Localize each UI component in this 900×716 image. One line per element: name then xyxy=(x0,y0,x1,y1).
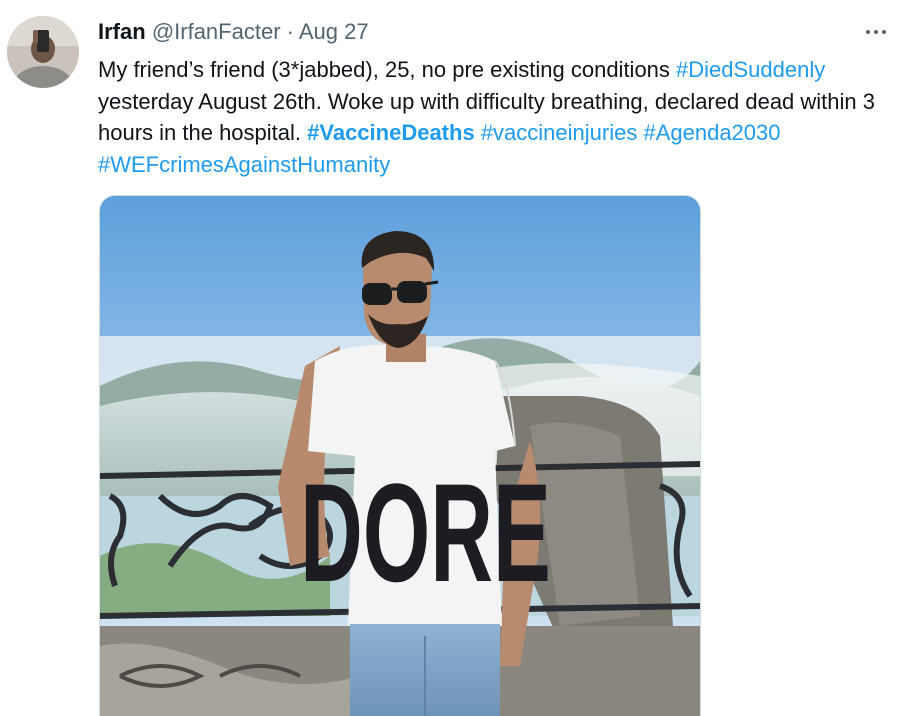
more-options-button[interactable] xyxy=(860,16,892,48)
tweet-photo[interactable]: DORE xyxy=(99,195,701,716)
hashtag-link[interactable]: #Agenda2030 xyxy=(643,120,780,145)
photo-image: DORE xyxy=(100,196,700,716)
ellipsis-dot xyxy=(882,30,886,34)
profile-photo-icon xyxy=(7,16,79,88)
author-handle[interactable]: @IrfanFacter xyxy=(152,19,281,44)
shirt-print: DORE xyxy=(300,455,551,611)
ellipsis-dot xyxy=(874,30,878,34)
tweet-header: Irfan @IrfanFacter · Aug 27 xyxy=(98,18,369,46)
hashtag-link[interactable]: #DiedSuddenly xyxy=(676,57,825,82)
hashtag-link[interactable]: #WEFcrimesAgainstHumanity xyxy=(98,152,390,177)
tweet[interactable]: Irfan @IrfanFacter · Aug 27 My friend’s … xyxy=(0,0,900,716)
author-name[interactable]: Irfan xyxy=(98,19,146,44)
hashtag-link[interactable]: #vaccineinjuries xyxy=(481,120,638,145)
tweet-text-part: My friend’s friend (3*jabbed), 25, no pr… xyxy=(98,57,677,82)
tweet-date[interactable]: Aug 27 xyxy=(299,19,369,44)
avatar[interactable] xyxy=(7,16,79,88)
tweet-text: My friend’s friend (3*jabbed), 25, no pr… xyxy=(98,54,890,180)
hashtag-link[interactable]: #VaccineDeaths xyxy=(307,120,475,145)
separator-dot: · xyxy=(286,19,294,44)
ellipsis-icon xyxy=(866,30,870,34)
